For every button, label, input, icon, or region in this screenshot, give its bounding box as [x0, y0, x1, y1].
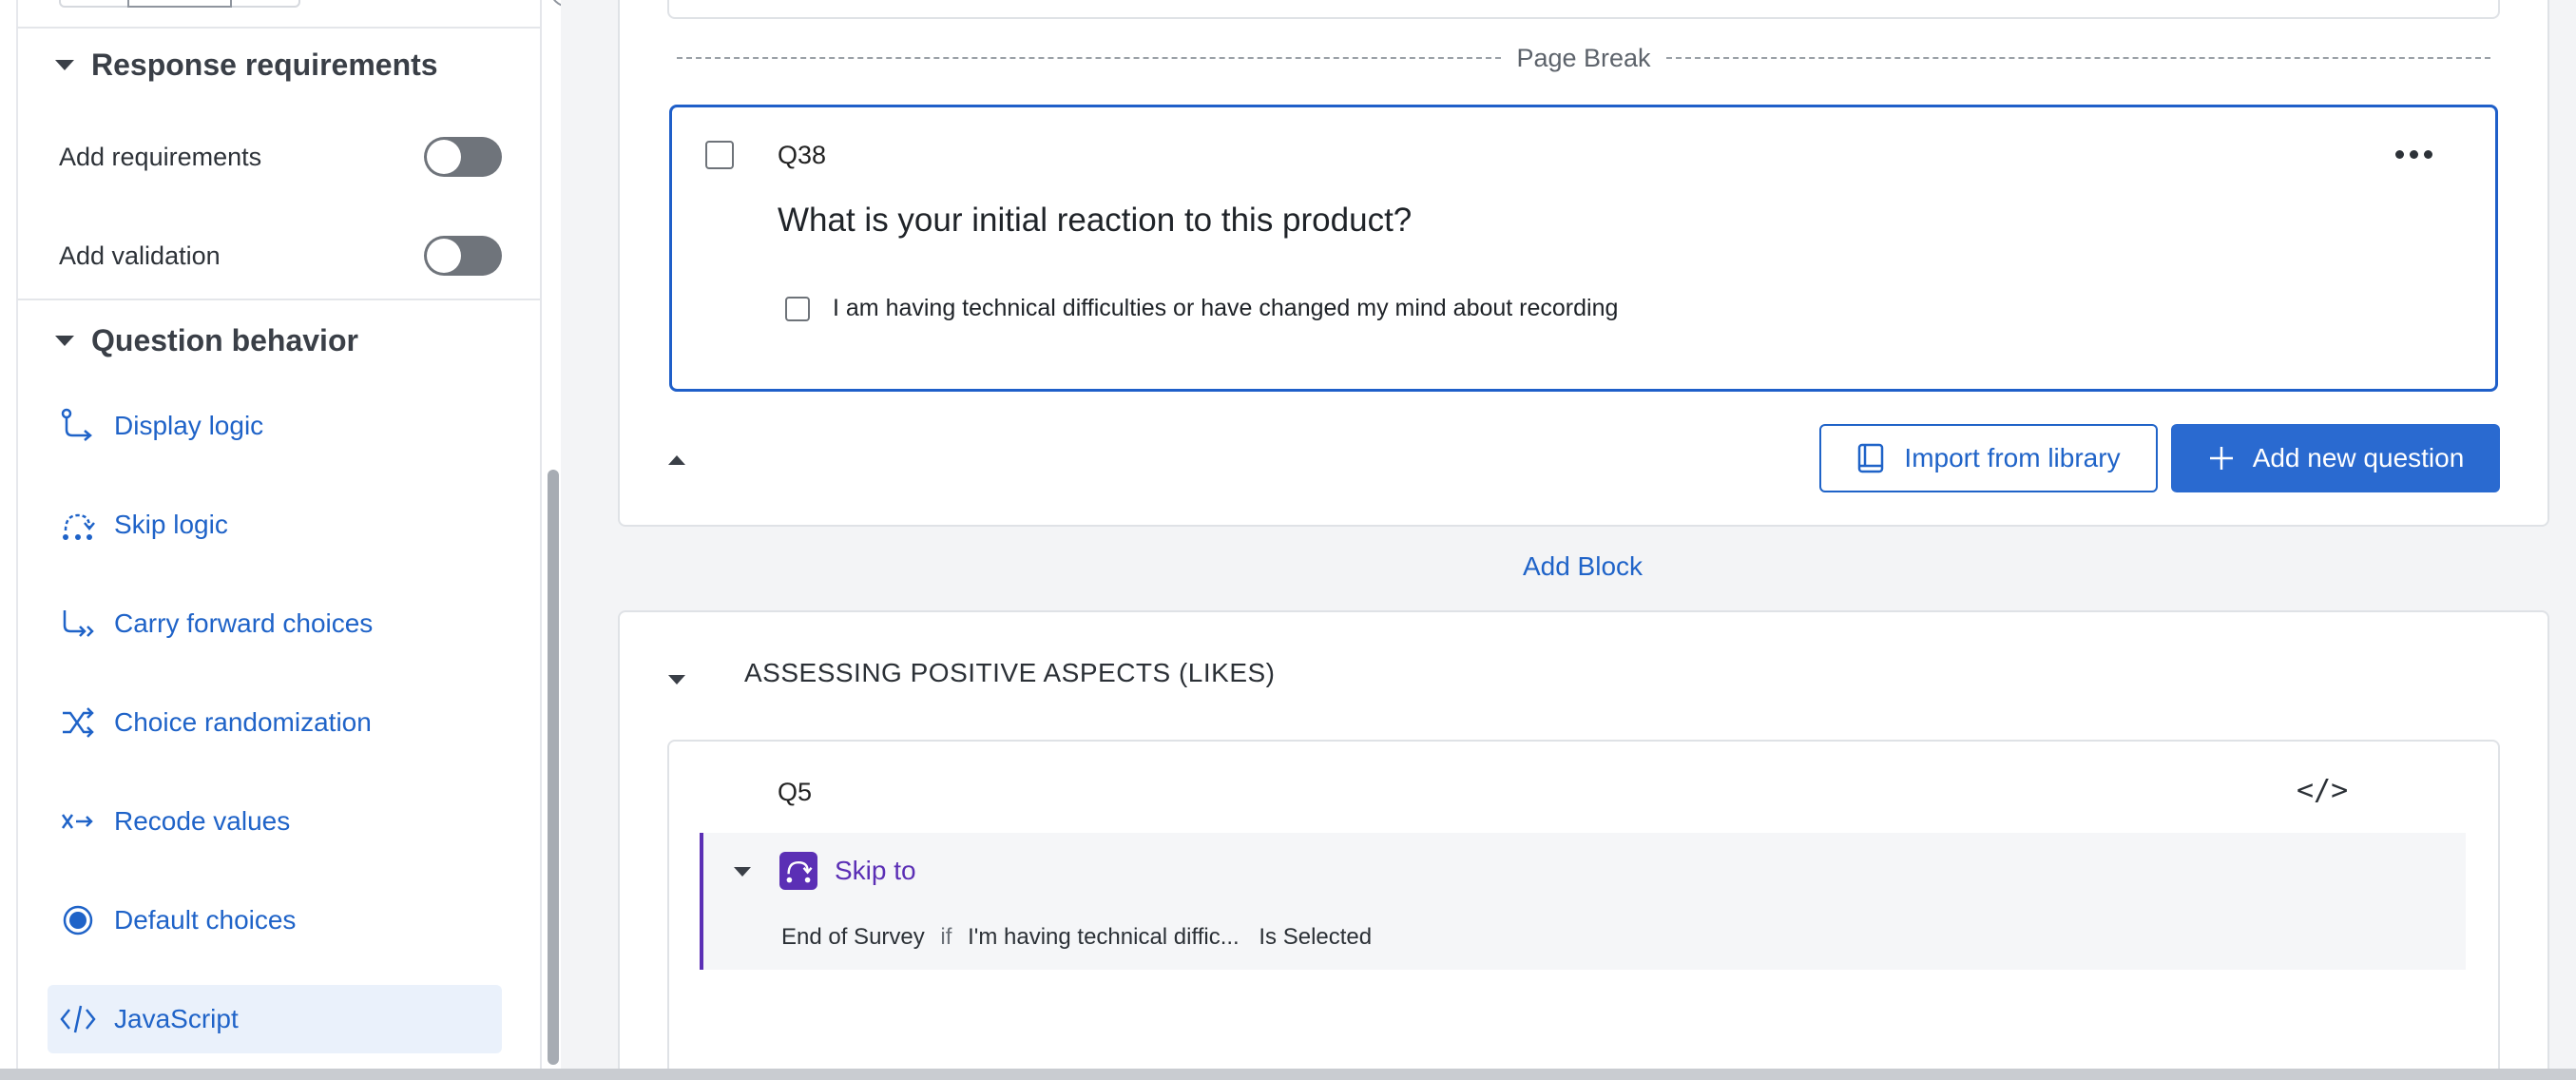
add-requirements-toggle[interactable] — [424, 137, 502, 177]
import-from-library-label: Import from library — [1904, 443, 2121, 472]
skip-to-label[interactable]: Skip to — [835, 856, 916, 886]
question-card-q38[interactable] — [669, 105, 2498, 392]
add-validation-label: Add validation — [59, 241, 221, 270]
page-break-dash — [1665, 57, 2490, 59]
display-logic-label: Display logic — [114, 411, 264, 440]
skip-connector: if — [940, 924, 952, 950]
add-requirements-label: Add requirements — [59, 143, 262, 171]
skip-destination: End of Survey — [781, 924, 925, 950]
display-logic-item[interactable]: Display logic — [48, 392, 502, 460]
choice-checkbox[interactable] — [785, 297, 810, 321]
add-validation-toggle[interactable] — [424, 236, 502, 276]
caret-down-icon — [55, 336, 74, 346]
response-requirements-heading: Response requirements — [91, 48, 438, 82]
question-id: Q38 — [778, 141, 827, 169]
skip-logic-badge-icon — [779, 852, 817, 890]
page-break-label: Page Break — [1516, 43, 1651, 72]
sidebar-scrollbar[interactable] — [548, 470, 559, 1065]
carry-forward-icon — [57, 603, 99, 645]
skip-choice: I'm having technical diffic... — [968, 924, 1240, 950]
carry-forward-label: Carry forward choices — [114, 608, 374, 638]
expand-block-icon[interactable] — [668, 675, 685, 685]
default-choices-item[interactable]: Default choices — [48, 886, 502, 955]
recode-icon — [57, 800, 99, 842]
toggle-knob — [427, 239, 461, 273]
section-divider — [17, 27, 540, 29]
book-icon — [1856, 442, 1887, 474]
section-divider — [17, 299, 540, 300]
recode-values-label: Recode values — [114, 806, 291, 836]
block-title[interactable]: ASSESSING POSITIVE ASPECTS (LIKES) — [744, 658, 1276, 688]
carry-forward-item[interactable]: Carry forward choices — [48, 589, 502, 658]
skip-condition[interactable]: End of Survey if I'm having technical di… — [781, 924, 1372, 951]
response-requirements-header[interactable]: Response requirements — [55, 48, 438, 83]
segmented-control[interactable] — [59, 0, 300, 8]
more-options-icon[interactable] — [2395, 150, 2432, 159]
javascript-item[interactable]: JavaScript — [48, 985, 502, 1053]
question-text[interactable]: What is your initial reaction to this pr… — [778, 202, 1412, 240]
javascript-code-icon[interactable]: </> — [2297, 774, 2348, 807]
question-id: Q5 — [778, 778, 813, 806]
page-break: Page Break — [677, 42, 2490, 74]
add-block-link[interactable]: Add Block — [1483, 551, 1682, 582]
radio-icon — [57, 899, 99, 941]
previous-question-card[interactable] — [667, 0, 2500, 19]
default-choices-label: Default choices — [114, 905, 297, 935]
skip-logic-icon — [57, 504, 99, 546]
plus-icon — [2207, 444, 2236, 472]
question-select-checkbox[interactable] — [705, 141, 734, 169]
add-new-question-label: Add new question — [2252, 443, 2465, 472]
skip-logic-item[interactable]: Skip logic — [48, 491, 502, 559]
question-behavior-heading: Question behavior — [91, 323, 358, 357]
question-settings-sidebar: Response requirements Add requirements A… — [0, 0, 542, 1080]
code-icon — [57, 998, 99, 1040]
page-break-dash — [677, 57, 1502, 59]
display-logic-icon — [57, 405, 99, 447]
skip-logic-label: Skip logic — [114, 510, 228, 539]
collapse-skip-icon[interactable] — [734, 867, 751, 877]
javascript-label: JavaScript — [114, 1004, 239, 1033]
collapse-block-icon[interactable] — [668, 455, 685, 465]
question-behavior-header[interactable]: Question behavior — [55, 323, 358, 358]
add-new-question-button[interactable]: Add new question — [2171, 424, 2500, 492]
toggle-knob — [427, 140, 461, 174]
import-from-library-button[interactable]: Import from library — [1819, 424, 2158, 492]
choice-randomization-label: Choice randomization — [114, 707, 372, 737]
choice-text[interactable]: I am having technical difficulties or ha… — [833, 295, 1618, 322]
shuffle-icon — [57, 702, 99, 743]
horizontal-scrollbar[interactable] — [0, 1069, 2576, 1080]
skip-operator: Is Selected — [1259, 924, 1373, 950]
caret-down-icon — [55, 60, 74, 70]
choice-randomization-item[interactable]: Choice randomization — [48, 688, 502, 757]
sidebar-left-rule — [16, 0, 18, 1080]
segmented-control-selected[interactable] — [127, 0, 232, 8]
recode-values-item[interactable]: Recode values — [48, 787, 502, 856]
